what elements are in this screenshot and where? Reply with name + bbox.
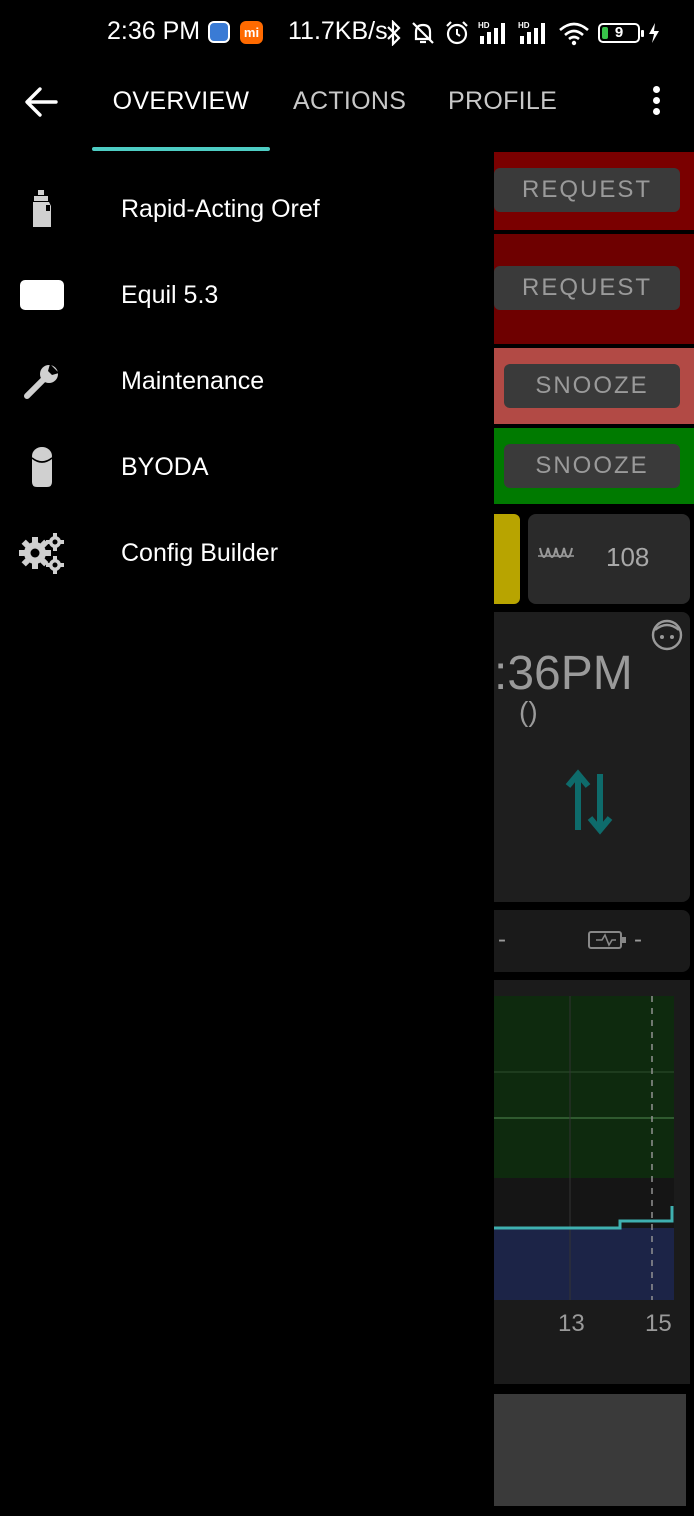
drawer-item-label: Config Builder (121, 539, 279, 567)
navigation-drawer: Rapid-Acting Oref Equil 5.3 Maintenance … (0, 152, 494, 1516)
overview-background: REQUEST REQUEST SNOOZE SNOOZE 108 :36PM … (494, 152, 694, 1516)
snooze-button[interactable]: SNOOZE (504, 444, 680, 488)
request-button[interactable]: REQUEST (494, 168, 680, 212)
charging-icon (649, 23, 659, 43)
status-time: 2:36 PM (107, 17, 201, 45)
snooze-button[interactable]: SNOOZE (504, 364, 680, 408)
mute-bell-icon (412, 22, 434, 44)
sensitivity-tile[interactable]: 108 (528, 514, 690, 604)
bg-status-strip: - - (494, 910, 690, 972)
graph-canvas (494, 996, 674, 1300)
signal-hd-icon: HD (518, 21, 545, 44)
status-icons: HD HD 9 (386, 16, 660, 50)
battery-level: 9 (614, 24, 624, 41)
wrench-icon (18, 358, 66, 404)
drawer-item-maintenance[interactable]: Maintenance (0, 338, 494, 424)
delta-value: () (519, 696, 538, 727)
gears-icon (18, 530, 66, 576)
yellow-tile[interactable] (494, 514, 520, 604)
battery-outline-icon (588, 931, 626, 949)
top-app-bar: OVERVIEW ACTIONS PROFILE (0, 66, 694, 152)
last-reading-time: :36PM (494, 647, 633, 700)
wave-icon (538, 547, 574, 558)
network-speed: 11.7KB/s (288, 17, 388, 45)
battery-icon: 9 (598, 23, 644, 43)
status-bar: 2:36 PM mi 11.7KB/s HD HD 9 (0, 0, 694, 66)
more-vert-icon[interactable] (645, 84, 667, 118)
svg-text:HD: HD (478, 21, 490, 30)
pump-card-icon (18, 272, 66, 318)
drawer-item-byoda[interactable]: BYODA (0, 424, 494, 510)
status-row-green: SNOOZE (494, 428, 694, 504)
status-row-red: REQUEST (494, 152, 694, 230)
bluetooth-icon (387, 20, 401, 46)
tab-indicator (92, 147, 270, 151)
signal-hd-icon: HD (478, 21, 505, 44)
x-tick-label: 13 (558, 1310, 585, 1337)
status-row-red: REQUEST (494, 234, 694, 344)
arrow-left-icon[interactable] (22, 84, 62, 120)
wifi-icon (559, 22, 589, 46)
alarm-icon (446, 21, 468, 45)
tab-profile[interactable]: PROFILE (448, 87, 557, 116)
drawer-item-equil[interactable]: Equil 5.3 (0, 252, 494, 338)
strip-value: - (634, 926, 642, 953)
tile-value: 108 (606, 542, 650, 572)
status-row-light-red: SNOOZE (494, 348, 694, 424)
app-icon (208, 21, 230, 43)
bg-graph: 13 15 (494, 980, 690, 1384)
strip-value: - (498, 926, 506, 953)
x-tick-label: 15 (645, 1310, 672, 1337)
swap-arrows-icon (565, 769, 613, 835)
insulin-vial-icon (18, 186, 66, 232)
drawer-item-label: Equil 5.3 (121, 281, 219, 309)
drawer-item-rapid-acting-oref[interactable]: Rapid-Acting Oref (0, 166, 494, 252)
drawer-item-label: Maintenance (121, 367, 265, 395)
svg-text:HD: HD (518, 21, 530, 30)
request-button[interactable]: REQUEST (494, 266, 680, 310)
drawer-item-label: Rapid-Acting Oref (121, 195, 320, 223)
drawer-item-config-builder[interactable]: Config Builder (0, 510, 494, 596)
sensor-icon (18, 444, 66, 490)
mi-icon: mi (240, 21, 263, 44)
bg-info-panel: :36PM () (494, 612, 690, 902)
drawer-item-label: BYODA (121, 453, 209, 481)
bg-bottom-panel (494, 1394, 686, 1506)
tab-overview[interactable]: OVERVIEW (92, 87, 270, 116)
face-icon (651, 619, 683, 651)
tab-actions[interactable]: ACTIONS (293, 87, 406, 116)
